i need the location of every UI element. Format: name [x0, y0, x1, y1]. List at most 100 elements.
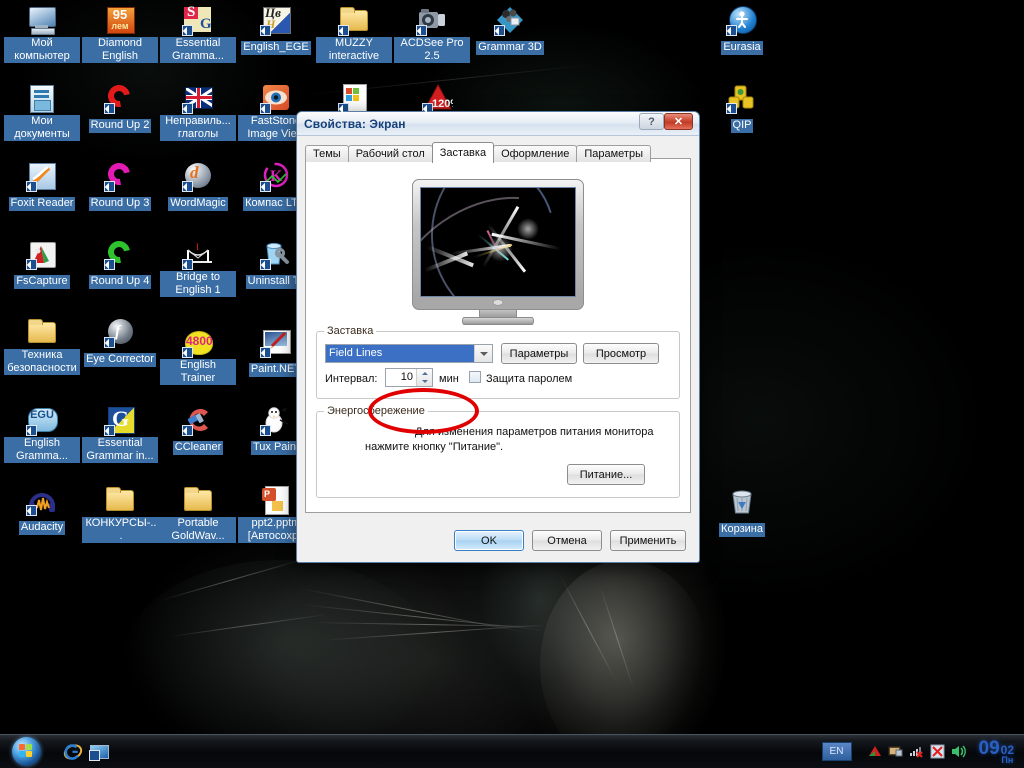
desktop-icon[interactable]: d WordMagic	[160, 160, 236, 211]
desktop-icon[interactable]: Portable GoldWav...	[160, 484, 236, 544]
desktop-icon[interactable]: Round Up 3	[82, 158, 158, 211]
field-line	[426, 244, 474, 268]
faststone-icon	[260, 82, 292, 114]
desktop-icon-label: Foxit Reader	[8, 197, 76, 211]
field-line	[426, 188, 575, 296]
desktop-icon[interactable]: Foxit Reader	[4, 160, 80, 211]
dialog-tabstrip[interactable]: Темы Рабочий стол Заставка Оформление Па…	[305, 142, 699, 163]
desktop-icon[interactable]: Round Up 2	[82, 80, 158, 133]
desktop-icon[interactable]: Корзина	[704, 486, 780, 537]
desktop-icon[interactable]: Audacity	[4, 484, 80, 535]
spinner-up-icon[interactable]	[421, 371, 428, 375]
safely-remove-icon[interactable]	[866, 743, 883, 760]
tab-screensaver[interactable]: Заставка	[431, 142, 495, 163]
desktop-icon[interactable]: Техника безопасности	[4, 316, 80, 376]
desktop-icon-label: English_EGE	[241, 41, 311, 55]
desktop-icon-label: CCleaner	[172, 441, 224, 455]
svg-text:I: I	[196, 242, 199, 252]
desktop-icon-label: English Gramma...	[4, 437, 80, 463]
qip-icon	[726, 82, 758, 114]
password-protect-label[interactable]: Защита паролем	[486, 373, 572, 385]
chevron-down-icon[interactable]	[474, 345, 492, 362]
tab-settings[interactable]: Параметры	[576, 145, 651, 162]
ccleaner-icon	[182, 404, 214, 436]
password-protect-checkbox[interactable]	[469, 371, 481, 383]
folder-icon	[182, 484, 214, 516]
recyclebin-icon	[726, 486, 758, 518]
spinner-down-icon[interactable]	[421, 380, 428, 384]
language-indicator[interactable]: EN	[821, 742, 852, 761]
tab-themes[interactable]: Темы	[305, 145, 349, 162]
desktop-icon[interactable]: CCleaner	[160, 404, 236, 455]
foxit-icon	[26, 160, 58, 192]
desktop-icon[interactable]: Цв Н English_EGE	[238, 4, 314, 55]
desktop-icon-label: Audacity	[18, 521, 66, 535]
quick-launch-bar[interactable]	[63, 742, 109, 762]
desktop-icon[interactable]: S G Essential Gramma...	[160, 4, 236, 64]
screensaver-preview-screen	[420, 187, 576, 297]
computer-icon	[26, 4, 58, 36]
field-line	[491, 232, 561, 251]
desktop-icon-label: Essential Gramma...	[160, 37, 236, 63]
englishege-icon: Цв Н	[260, 4, 292, 36]
desktop-icon[interactable]: EGU English Gramma...	[4, 404, 80, 464]
monitor-preview	[412, 179, 584, 325]
desktop-icon-label: Мой компьютер	[4, 37, 80, 63]
screensaver-select[interactable]: Field Lines	[325, 344, 493, 363]
desktop-icon[interactable]: КОНКУРСЫ-...	[82, 484, 160, 544]
antivirus-icon[interactable]	[929, 743, 946, 760]
interval-spinner-arrows[interactable]	[416, 369, 432, 386]
desktop-icon[interactable]: G Essential Grammar in...	[82, 404, 158, 464]
system-tray[interactable]: EN 09 02 Пн	[821, 735, 1024, 768]
display-properties-dialog[interactable]: Свойства: Экран ? ✕ Темы Рабочий стол За…	[296, 111, 700, 563]
trainer4800-icon: 4800	[182, 326, 214, 358]
start-button[interactable]	[1, 736, 51, 767]
power-button[interactable]: Питание...	[567, 464, 645, 485]
desktop-icon[interactable]: 4800 English Trainer	[160, 326, 236, 386]
dialog-titlebar[interactable]: Свойства: Экран ? ✕	[297, 112, 699, 136]
volume-monitor-icon[interactable]	[887, 743, 904, 760]
desktop-icon[interactable]: Мои документы	[4, 82, 80, 142]
desktop-icon[interactable]: MUZZY interactive	[316, 4, 392, 64]
apply-button[interactable]: Применить	[610, 530, 686, 551]
essential-g-icon: G	[104, 404, 136, 436]
field-line	[473, 243, 513, 259]
taskbar[interactable]: EN 09 02 Пн	[0, 734, 1024, 768]
desktop-icon[interactable]: Grammar 3D	[472, 4, 548, 55]
interval-units: мин	[439, 373, 459, 385]
sg-icon: SG	[182, 4, 214, 36]
show-desktop-icon[interactable]	[89, 742, 109, 762]
desktop-icon[interactable]: 95 лем Diamond English	[82, 4, 158, 64]
internet-explorer-icon[interactable]	[63, 742, 83, 762]
desktop-icon[interactable]: f Eye Corrector	[82, 316, 158, 367]
desktop-icon[interactable]: Мой компьютер	[4, 4, 80, 64]
screensaver-settings-button[interactable]: Параметры	[501, 343, 577, 364]
cancel-button[interactable]: Отмена	[532, 530, 602, 551]
tab-appearance[interactable]: Оформление	[493, 145, 578, 162]
desktop-icon[interactable]: Round Up 4	[82, 236, 158, 289]
close-icon[interactable]: ✕	[664, 113, 693, 130]
desktop-icon[interactable]: FsCapture	[4, 238, 80, 289]
taskbar-clock[interactable]: 09 02 Пн	[979, 738, 1015, 765]
interval-spinner[interactable]: 10	[385, 368, 433, 387]
screensaver-group-legend: Заставка	[324, 325, 377, 337]
diamond-icon: 95 лем	[104, 4, 136, 36]
desktop-icon[interactable]: ACDSee Pro 2.5	[394, 4, 470, 64]
desktop-icon[interactable]: Eurasia	[704, 4, 780, 55]
interval-value[interactable]: 10	[386, 369, 416, 386]
tab-desktop[interactable]: Рабочий стол	[347, 145, 433, 162]
interval-label: Интервал:	[325, 373, 378, 385]
desktop-icon-label: Eurasia	[721, 41, 763, 55]
desktop-icon[interactable]: I Bridge to English 1	[160, 238, 236, 298]
network-disconnected-icon[interactable]	[908, 743, 925, 760]
ok-button[interactable]: OK	[454, 530, 524, 551]
monitor-bezel	[412, 179, 584, 310]
desktop-icon[interactable]: QIP	[704, 82, 780, 133]
desktop[interactable]: Мой компьютер Мои документы Foxit Reader Fs…	[0, 0, 1024, 768]
folder-icon	[104, 484, 136, 516]
field-line	[481, 205, 520, 269]
help-icon[interactable]: ?	[639, 113, 664, 130]
desktop-icon[interactable]: Неправиль... глаголы	[160, 82, 236, 142]
screensaver-preview-button[interactable]: Просмотр	[583, 343, 659, 364]
speaker-icon[interactable]	[950, 743, 967, 760]
